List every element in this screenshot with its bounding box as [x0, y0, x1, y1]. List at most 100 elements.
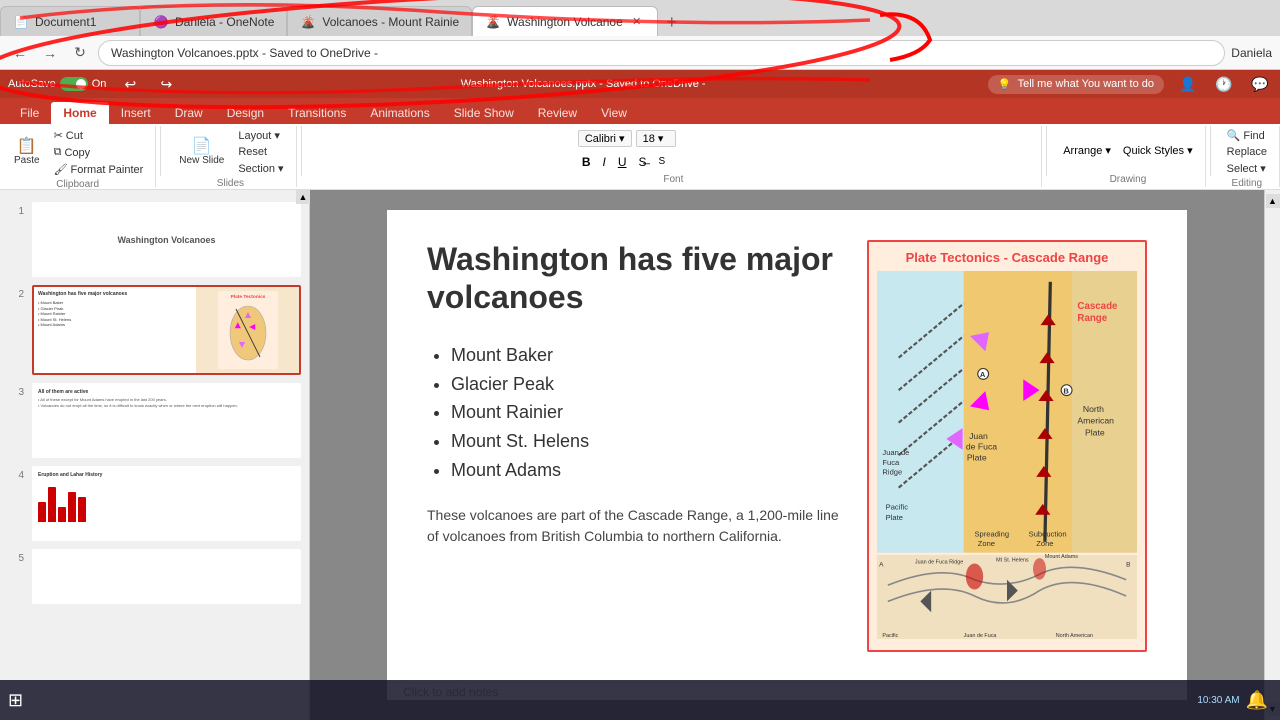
- cut-button[interactable]: ✂ Cut: [50, 128, 148, 143]
- tab-review[interactable]: Review: [526, 102, 589, 124]
- slide-thumb-5[interactable]: 5: [0, 545, 309, 608]
- svg-text:Subduction: Subduction: [1029, 529, 1067, 538]
- tab-draw[interactable]: Draw: [163, 102, 215, 124]
- section-button[interactable]: Section ▾: [234, 161, 287, 176]
- address-bar[interactable]: Washington Volcanoes.pptx - Saved to One…: [98, 40, 1225, 66]
- svg-text:Range: Range: [1077, 313, 1107, 324]
- find-button[interactable]: 🔍 Find: [1223, 128, 1269, 143]
- strikethrough-button[interactable]: S̶: [635, 154, 651, 170]
- find-label: Find: [1243, 130, 1264, 142]
- drawing-controls: Arrange ▾ Quick Styles ▾: [1059, 128, 1196, 172]
- tab-washington-volcano[interactable]: 🌋 Washington Volcanoe ✕: [472, 6, 658, 36]
- svg-text:Mount Adams: Mount Adams: [1045, 554, 1078, 560]
- refresh-button[interactable]: ↻: [68, 41, 92, 65]
- slide-preview-2: Washington has five major volcanoes • Mo…: [32, 285, 301, 375]
- reset-label: Reset: [238, 146, 267, 158]
- font-label: Font: [663, 172, 683, 185]
- tab-home[interactable]: Home: [51, 102, 108, 124]
- clipboard-buttons: 📋 Paste ✂ Cut ⧉ Copy 🖌: [8, 128, 147, 177]
- new-slide-button[interactable]: 📄 New Slide: [173, 137, 230, 168]
- quick-styles-button[interactable]: Quick Styles ▾: [1119, 142, 1197, 159]
- bullet-mount-adams: Mount Adams: [451, 456, 847, 485]
- tab-file[interactable]: File: [8, 102, 51, 124]
- bullet-glacier-peak: Glacier Peak: [451, 370, 847, 399]
- tab-view[interactable]: View: [589, 102, 639, 124]
- drawing-label: Drawing: [1110, 172, 1147, 185]
- history-icon[interactable]: 🕐: [1212, 72, 1236, 96]
- toggle-thumb: [76, 79, 86, 89]
- slides-label: Slides: [217, 176, 244, 189]
- scroll-up-right[interactable]: ▲: [1266, 194, 1280, 208]
- format-painter-label: Format Painter: [71, 164, 144, 176]
- underline-button[interactable]: U: [614, 154, 631, 170]
- autosave-area: AutoSave On: [8, 77, 106, 91]
- slide2-mini-diagram: Plate Tectonics: [218, 290, 278, 370]
- tab-design[interactable]: Design: [215, 102, 276, 124]
- reset-button[interactable]: Reset: [234, 145, 287, 159]
- drawing-group: Arrange ▾ Quick Styles ▾ Drawing: [1051, 126, 1205, 187]
- tab-animations[interactable]: Animations: [358, 102, 441, 124]
- tab-bar: 📄 Document1 🟣 Daniela - OneNote 🌋 Volcan…: [0, 0, 1280, 36]
- paste-button[interactable]: 📋 Paste: [8, 137, 46, 168]
- tab-close-button[interactable]: ✕: [629, 14, 645, 30]
- font-family-select[interactable]: Calibri ▾: [578, 130, 632, 147]
- slides-group: 📄 New Slide Layout ▾ Reset Section: [165, 126, 296, 187]
- arrange-button[interactable]: Arrange ▾: [1059, 142, 1115, 159]
- autosave-toggle[interactable]: [60, 77, 88, 91]
- replace-button[interactable]: Replace: [1223, 145, 1271, 159]
- new-tab-button[interactable]: +: [658, 8, 686, 36]
- search-icon: 🔍: [1227, 129, 1241, 142]
- slide-num-4: 4: [8, 466, 24, 481]
- undo-button[interactable]: ↩: [118, 72, 142, 96]
- autosave-state: On: [92, 78, 107, 90]
- select-button[interactable]: Select ▾: [1223, 161, 1270, 176]
- ribbon-content: 📋 Paste ✂ Cut ⧉ Copy 🖌: [0, 124, 1280, 190]
- tab-transitions[interactable]: Transitions: [276, 102, 358, 124]
- slide-thumb-4[interactable]: 4 Eruption and Lahar History: [0, 462, 309, 545]
- slide-preview-1: Washington Volcanoes: [32, 202, 301, 277]
- copy-button[interactable]: ⧉ Copy: [50, 145, 148, 160]
- replace-label: Replace: [1227, 146, 1267, 158]
- clipboard-label: Clipboard: [56, 177, 99, 190]
- tab-insert[interactable]: Insert: [109, 102, 163, 124]
- svg-text:B: B: [1063, 386, 1069, 395]
- tab-volcanoes-rainier[interactable]: 🌋 Volcanoes - Mount Rainie: [287, 6, 472, 36]
- slide3-mini-text: • All of these except for Mount Adams ha…: [38, 397, 295, 408]
- tab-document1[interactable]: 📄 Document1: [0, 6, 140, 36]
- tab-slideshow[interactable]: Slide Show: [442, 102, 526, 124]
- windows-start-button[interactable]: ⊞: [8, 690, 23, 711]
- cut-icon: ✂: [54, 129, 63, 142]
- forward-button[interactable]: →: [38, 41, 62, 65]
- right-scrollbar[interactable]: ▲ ▼: [1264, 190, 1280, 720]
- autosave-label: AutoSave: [8, 78, 56, 90]
- font-size-select[interactable]: 18 ▾: [636, 130, 676, 147]
- browser-controls: ← → ↻ Washington Volcanoes.pptx - Saved …: [0, 36, 1280, 70]
- editing-controls: 🔍 Find Replace Select ▾: [1223, 128, 1271, 176]
- shadow-button[interactable]: S: [655, 155, 670, 168]
- copy-icon: ⧉: [54, 146, 62, 159]
- slide-preview-3: All of them are active • All of these ex…: [32, 383, 301, 458]
- tell-me-box[interactable]: 💡 Tell me what You want to do: [988, 75, 1164, 94]
- redo-button[interactable]: ↪: [154, 72, 178, 96]
- slide-preview-5: [32, 549, 301, 604]
- slide-num-2: 2: [8, 285, 24, 300]
- bold-button[interactable]: B: [578, 154, 595, 170]
- format-painter-button[interactable]: 🖌 Format Painter: [50, 162, 148, 177]
- italic-button[interactable]: I: [598, 154, 609, 170]
- tab-onenote[interactable]: 🟣 Daniela - OneNote: [140, 6, 287, 36]
- slide-thumb-2[interactable]: 2 Washington has five major volcanoes • …: [0, 281, 309, 379]
- slide-thumb-1[interactable]: 1 Washington Volcanoes: [0, 198, 309, 281]
- slide1-mini-text: Washington Volcanoes: [113, 231, 219, 249]
- layout-button[interactable]: Layout ▾: [234, 128, 287, 143]
- slide-thumb-3[interactable]: 3 All of them are active • All of these …: [0, 379, 309, 462]
- comment-icon[interactable]: 💬: [1248, 72, 1272, 96]
- slide-body: Washington has five major volcanoes Moun…: [387, 210, 1187, 682]
- back-button[interactable]: ←: [8, 41, 32, 65]
- address-text: Washington Volcanoes.pptx - Saved to One…: [111, 46, 378, 60]
- ribbon-top: AutoSave On ↩ ↪ Washington Volcanoes.ppt…: [0, 70, 1280, 98]
- paste-icon: 📋: [17, 139, 37, 155]
- svg-text:Juan: Juan: [969, 431, 988, 441]
- clipboard-group: 📋 Paste ✂ Cut ⧉ Copy 🖌: [0, 126, 156, 187]
- ribbon: AutoSave On ↩ ↪ Washington Volcanoes.ppt…: [0, 70, 1280, 190]
- search-user-icon[interactable]: 👤: [1176, 72, 1200, 96]
